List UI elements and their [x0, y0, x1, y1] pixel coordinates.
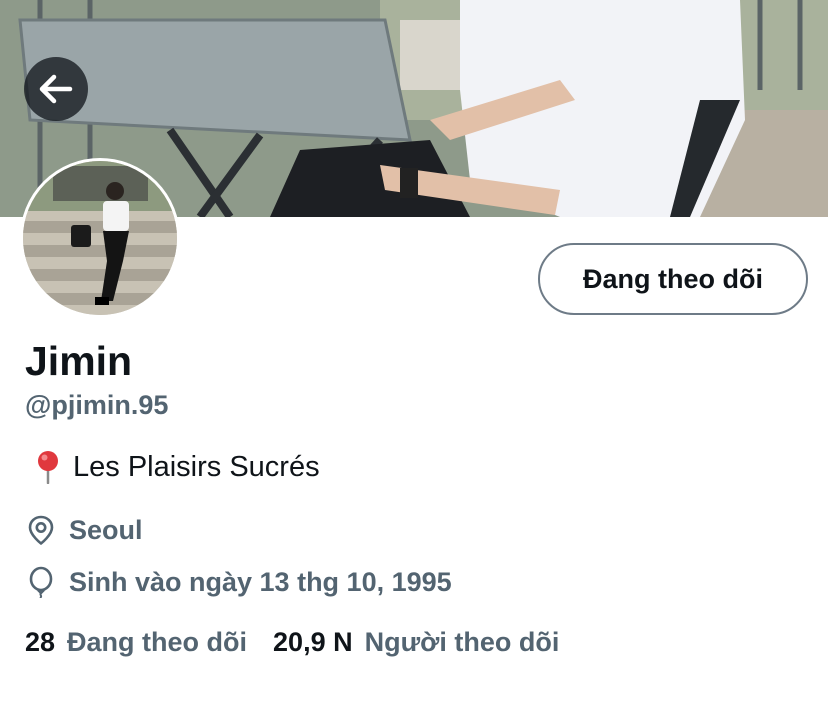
avatar[interactable] [20, 158, 180, 318]
location-icon [28, 515, 54, 545]
profile-birthday: Sinh vào ngày 13 thg 10, 1995 [25, 566, 452, 598]
avatar-photo [23, 161, 177, 315]
bio-text: Les Plaisirs Sucrés [73, 450, 320, 483]
profile-stats: 28 Đang theo dõi 20,9 N Người theo dõi [25, 627, 585, 658]
arrow-left-icon [39, 74, 73, 104]
round-pushpin-emoji [38, 451, 58, 484]
profile-location: Seoul [25, 514, 143, 546]
following-link[interactable]: Đang theo dõi [67, 627, 247, 658]
back-button[interactable] [24, 57, 88, 121]
birthday-text: Sinh vào ngày 13 thg 10, 1995 [69, 566, 452, 597]
profile-bio: Les Plaisirs Sucrés [35, 450, 320, 484]
profile-name: Jimin [25, 338, 133, 384]
balloon-icon [29, 566, 53, 598]
followers-count: 20,9 N [273, 627, 353, 657]
location-text: Seoul [69, 514, 143, 545]
following-button[interactable]: Đang theo dõi [538, 243, 808, 315]
profile-handle: @pjimin.95 [25, 390, 169, 420]
following-count: 28 [25, 627, 56, 657]
followers-link[interactable]: Người theo dõi [365, 627, 560, 658]
